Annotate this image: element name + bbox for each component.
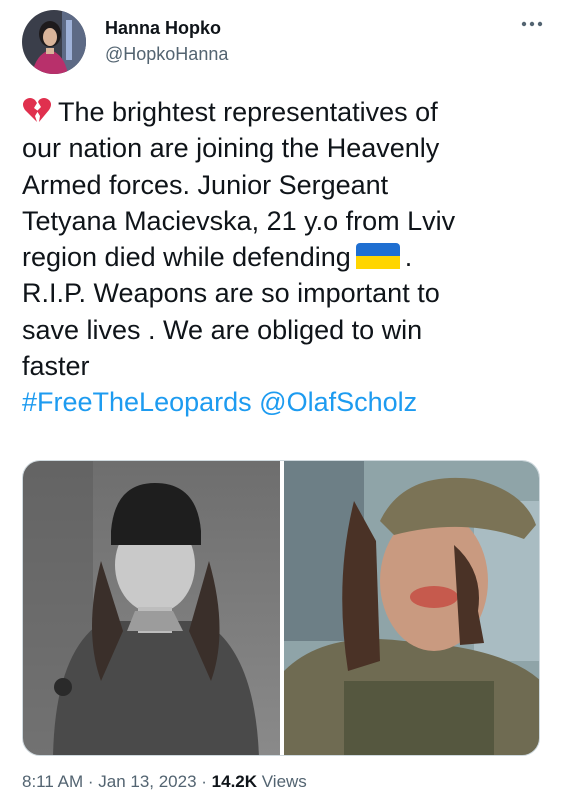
meta-separator: · xyxy=(196,772,212,791)
broken-heart-emoji xyxy=(22,96,52,124)
mention-link[interactable]: @OlafScholz xyxy=(259,387,417,417)
tweet-line-2: our nation are joining the Heavenly xyxy=(22,133,440,164)
tweet-text: The brightest representatives of our nat… xyxy=(22,94,548,421)
tweet-header: Hanna Hopko @HopkoHanna xyxy=(22,10,546,74)
tweet-line-7: save lives . We are obliged to win xyxy=(22,314,423,345)
author-handle[interactable]: @HopkoHanna xyxy=(105,44,228,65)
tweet-line: region died while defending. xyxy=(22,239,548,275)
ukraine-flag-emoji xyxy=(355,242,401,270)
tweet-line: The brightest representatives of xyxy=(22,94,548,130)
tweet-line-5-end: . xyxy=(404,242,413,273)
views-count: 14.2K xyxy=(211,772,258,791)
photo-portrait-bw[interactable] xyxy=(23,461,280,755)
tweet-links-line: #FreeTheLeopards @OlafScholz xyxy=(22,384,548,420)
more-options-icon[interactable] xyxy=(518,14,546,34)
author-name[interactable]: Hanna Hopko xyxy=(105,18,221,39)
tweet-line-4: Tetyana Macievska, 21 y.o from Lviv xyxy=(22,205,456,236)
tweet-time[interactable]: 8:11 AM xyxy=(22,772,83,791)
hashtag-link[interactable]: #FreeTheLeopards xyxy=(22,387,252,417)
avatar[interactable] xyxy=(22,10,86,74)
tweet-line-6: R.I.P. Weapons are so important to xyxy=(22,278,440,309)
photo-uniform-selfie[interactable] xyxy=(284,461,539,755)
tweet-date[interactable]: Jan 13, 2023 xyxy=(98,772,196,791)
tweet-media[interactable] xyxy=(22,460,540,756)
tweet-line-3: Armed forces. Junior Sergeant xyxy=(22,169,389,200)
views-label: Views xyxy=(257,772,307,791)
meta-separator: · xyxy=(83,772,99,791)
tweet-line-8: faster xyxy=(22,351,90,382)
tweet-line-1: The brightest representatives of xyxy=(58,97,438,127)
tweet-line-5: region died while defending xyxy=(22,242,351,273)
tweet-meta: 8:11 AM · Jan 13, 2023 · 14.2K Views xyxy=(22,772,307,792)
